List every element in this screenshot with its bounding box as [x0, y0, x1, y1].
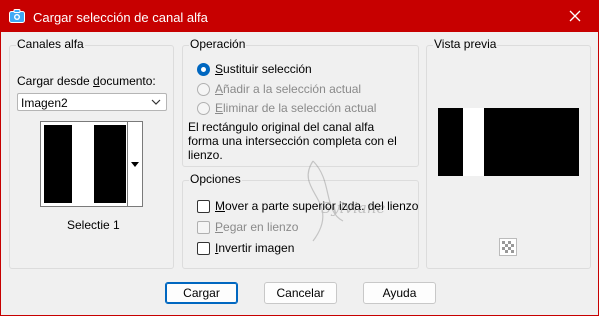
- title-bar: Cargar selección de canal alfa: [1, 1, 598, 32]
- document-select-value: Imagen2: [21, 96, 68, 110]
- load-button[interactable]: Cargar: [165, 282, 238, 304]
- channel-name: Selectie 1: [67, 218, 120, 232]
- checkbox-paste-canvas[interactable]: [197, 220, 210, 234]
- radio-add-label: Añadir a la selección actual: [215, 82, 362, 96]
- options-label: Opciones: [189, 172, 242, 186]
- radio-add-selection[interactable]: Añadir a la selección actual: [197, 82, 361, 96]
- radio-replace[interactable]: [197, 62, 210, 76]
- radio-remove[interactable]: [197, 101, 210, 115]
- check-invert-image[interactable]: Invertir imagen: [197, 241, 294, 255]
- alpha-channels-label: Canales alfa: [16, 37, 85, 51]
- preview-white-stripe: [463, 108, 484, 176]
- window-title: Cargar selección de canal alfa: [33, 10, 208, 25]
- preview-label: Vista previa: [433, 37, 498, 51]
- thumbnail-dropdown-button[interactable]: [127, 122, 142, 206]
- operation-label: Operación: [189, 37, 247, 51]
- caret-down-icon: [131, 162, 139, 167]
- preview-image: [438, 108, 579, 176]
- dialog-window: Cargar selección de canal alfa Canales a…: [0, 0, 599, 316]
- load-from-document-label: Cargar desde documento:: [17, 74, 156, 88]
- watermark-logo: Sylviane: [307, 160, 385, 242]
- radio-remove-selection[interactable]: Eliminar de la selección actual: [197, 101, 376, 115]
- channel-thumbnail: [44, 125, 126, 203]
- radio-replace-selection[interactable]: Sustituir selección: [197, 62, 312, 76]
- close-icon: [569, 10, 581, 22]
- cancel-button[interactable]: Cancelar: [264, 282, 337, 304]
- checkbox-move-top-left[interactable]: [197, 199, 210, 213]
- radio-add[interactable]: [197, 82, 210, 96]
- svg-text:Sylviane: Sylviane: [321, 199, 385, 217]
- radio-remove-label: Eliminar de la selección actual: [215, 101, 377, 115]
- help-button[interactable]: Ayuda: [363, 282, 436, 304]
- document-select[interactable]: Imagen2: [17, 93, 167, 111]
- channel-thumbnail-dropdown[interactable]: [40, 121, 143, 207]
- checkbox-invert-image[interactable]: [197, 241, 210, 255]
- camera-icon: [9, 9, 25, 23]
- close-button[interactable]: [552, 1, 598, 32]
- transparency-checker-icon[interactable]: [499, 238, 517, 256]
- chevron-down-icon: [151, 99, 161, 105]
- radio-replace-label: Sustituir selección: [215, 62, 312, 76]
